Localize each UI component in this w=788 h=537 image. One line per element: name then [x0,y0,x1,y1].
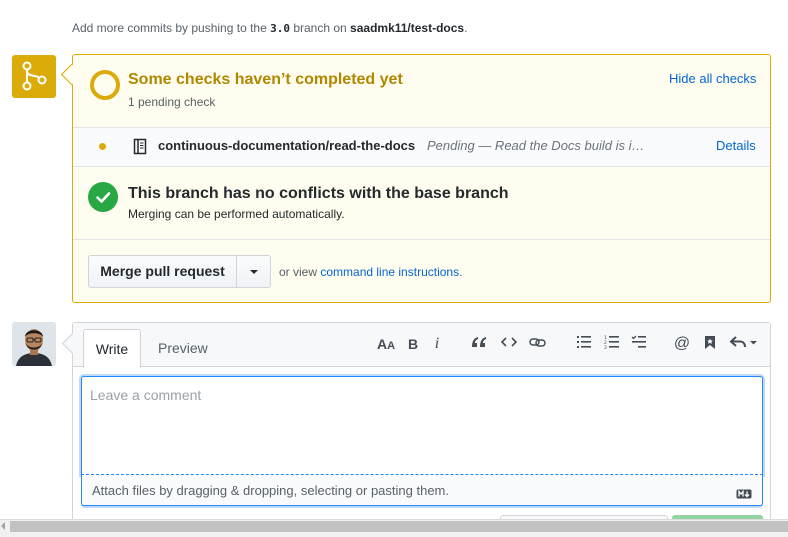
push-hint: Add more commits by pushing to the 3.0 b… [72,21,467,35]
mention-icon[interactable]: @ [673,335,691,353]
check-details-link[interactable]: Details [716,138,756,153]
tab-write[interactable]: Write [83,329,141,368]
scrollbar-thumb[interactable] [10,521,788,532]
check-context-name: continuous-documentation/read-the-docs [158,138,416,153]
svg-text:3: 3 [604,345,607,349]
no-conflicts-title: This branch has no conflicts with the ba… [128,185,509,202]
hide-all-checks-link[interactable]: Hide all checks [669,71,756,86]
hint-prefix: Add more commits by pushing to the [72,21,267,35]
link-icon[interactable] [529,335,547,353]
merge-method-dropdown-button[interactable] [236,255,271,288]
avatar[interactable] [12,322,56,366]
git-merge-icon [12,55,56,98]
comment-textarea[interactable] [81,376,763,475]
repo-name: saadmk11/test-docs [350,21,465,35]
pending-status-icon [90,70,120,100]
reply-icon[interactable] [729,335,758,353]
checks-title: Some checks haven’t completed yet [128,71,403,88]
checks-subtitle: 1 pending check [128,95,216,109]
check-success-icon [88,182,118,212]
saved-reply-icon[interactable] [702,335,718,353]
numbered-list-icon[interactable]: 123 [603,335,621,353]
quote-icon[interactable] [470,335,488,353]
pending-dot-icon [99,143,106,150]
code-icon[interactable] [500,335,518,353]
hint-middle: branch on [293,21,347,35]
hint-suffix: . [464,21,468,35]
bulleted-list-icon[interactable] [575,335,593,353]
task-list-icon[interactable] [630,335,648,353]
or-view-text: or view [279,265,318,279]
book-icon [132,138,148,160]
divider [73,239,770,240]
check-description: Pending — Read the Docs build is in prog… [427,138,645,153]
command-line-instructions-link[interactable]: command line instructions [320,265,459,279]
tab-preview[interactable]: Preview [158,340,208,356]
italic-icon[interactable]: i [431,335,443,353]
branch-name: 3.0 [270,22,290,35]
no-conflicts-subtitle: Merging can be performed automatically. [128,207,345,221]
command-line-hint: or view command line instructions. [279,265,462,279]
header-text-icon[interactable]: AA [376,335,396,353]
bold-icon[interactable]: B [406,335,420,353]
attach-files-area[interactable]: Attach files by dragging & dropping, sel… [81,475,763,506]
cli-suffix: . [459,265,463,279]
merge-pull-request-button[interactable]: Merge pull request [88,255,237,288]
markdown-icon[interactable] [736,486,752,499]
scroll-left-arrow-icon[interactable] [1,522,5,530]
